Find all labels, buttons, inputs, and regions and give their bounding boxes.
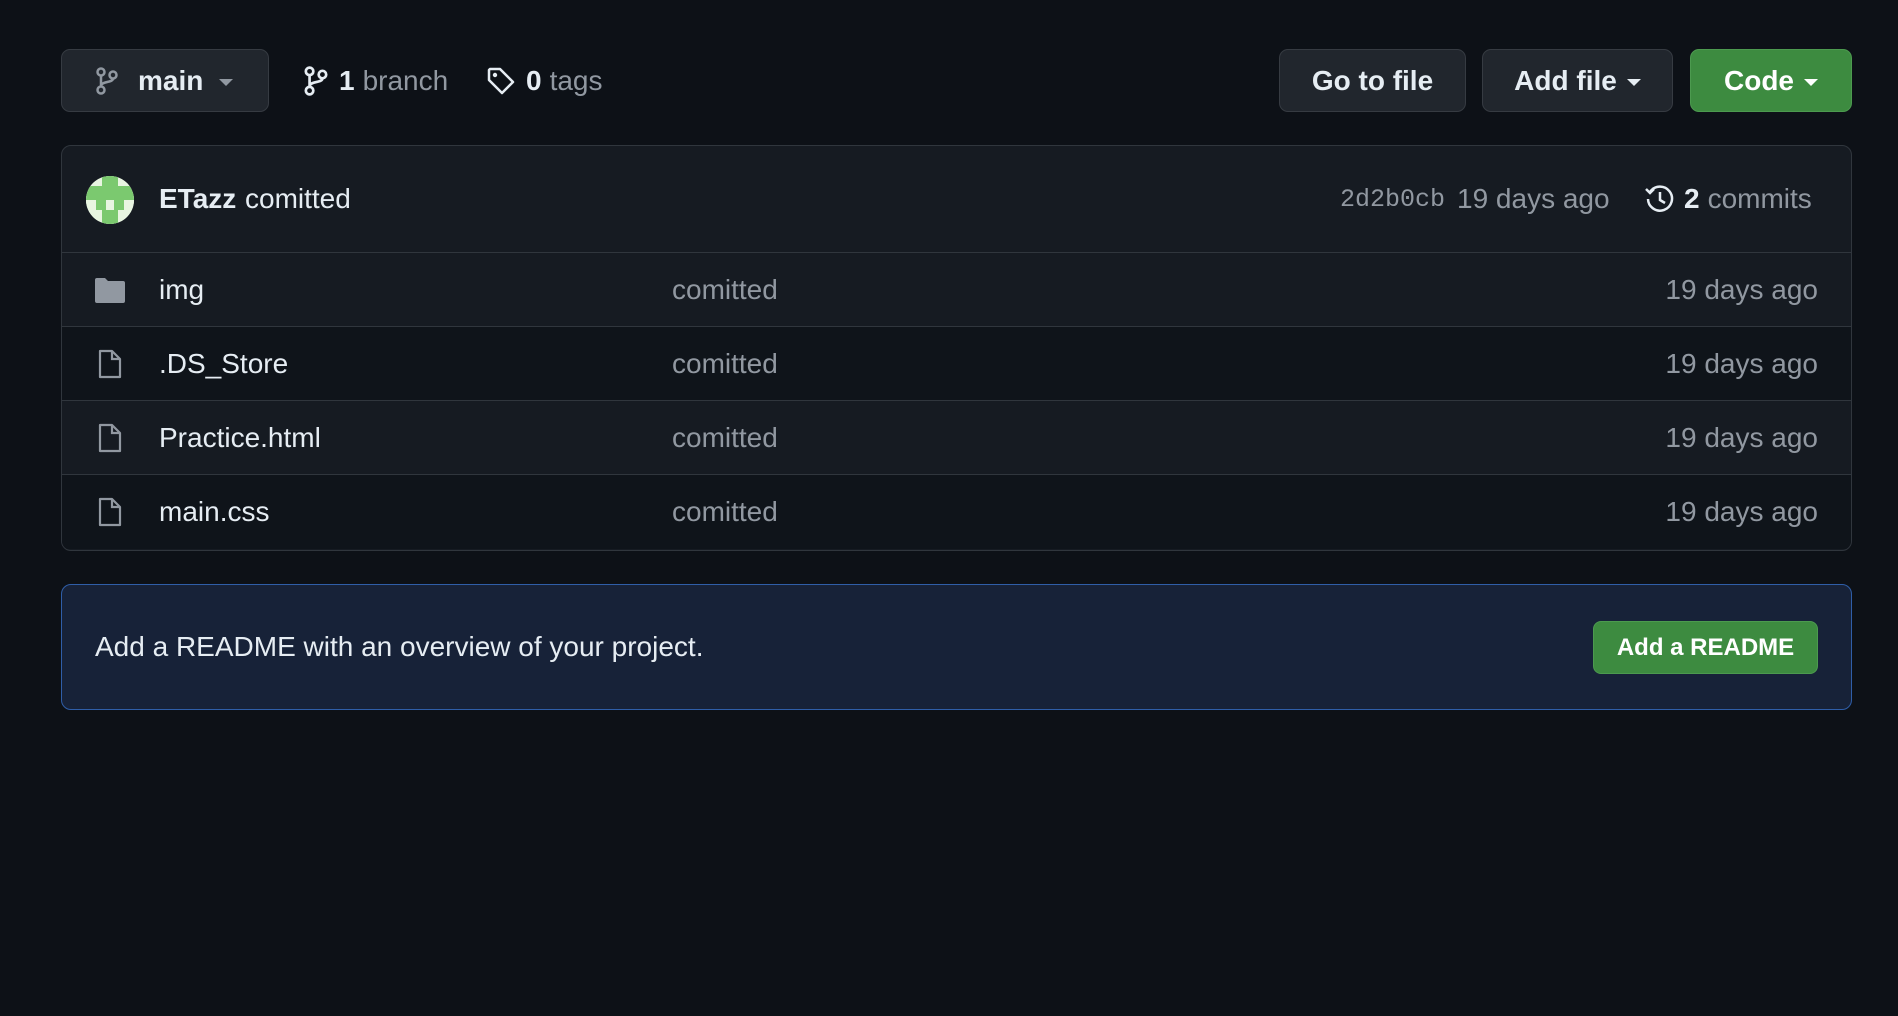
chevron-down-icon [219,78,234,86]
file-row[interactable]: main.css comitted 19 days ago [62,475,1851,549]
branch-count: 1 [339,64,355,96]
readme-banner: Add a README with an overview of your pr… [61,584,1852,710]
tags-link[interactable]: 0 tags [486,49,603,112]
file-time: 19 days ago [1665,496,1818,527]
tag-icon [487,67,515,94]
file-row[interactable]: .DS_Store comitted 19 days ago [62,327,1851,401]
branch-label: branch [362,64,449,96]
file-icon [94,349,126,379]
tag-count: 0 [526,64,542,96]
file-name[interactable]: main.css [159,496,269,528]
commit-count: 2 [1684,183,1700,214]
file-listing: ETazz comitted 2d2b0cb 19 days ago 2 com… [61,145,1852,551]
add-readme-label: Add a README [1616,633,1795,661]
file-commit-message[interactable]: comitted [672,274,778,306]
file-name[interactable]: img [159,274,204,306]
identicon-icon [86,176,134,224]
commit-time: 19 days ago [1457,183,1610,214]
branches-link[interactable]: 1 branch [303,49,448,112]
file-time: 19 days ago [1665,273,1818,305]
file-icon [94,497,126,527]
branch-selector-label: main [138,64,204,96]
file-commit-message[interactable]: comitted [672,348,778,380]
go-to-file-label: Go to file [1311,64,1434,96]
tag-label: tags [549,64,603,96]
file-row[interactable]: img comitted 19 days ago [62,253,1851,327]
add-file-label: Add file [1514,64,1617,96]
chevron-down-icon [1626,78,1641,86]
file-commit-message[interactable]: comitted [672,422,778,454]
chevron-down-icon [1804,78,1818,86]
add-file-button[interactable]: Add file [1482,49,1673,112]
commit-message[interactable]: comitted [245,183,351,215]
code-label: Code [1724,64,1794,96]
file-name[interactable]: Practice.html [159,422,321,454]
file-time: 19 days ago [1665,421,1818,453]
file-row[interactable]: Practice.html comitted 19 days ago [62,401,1851,475]
readme-prompt: Add a README with an overview of your pr… [95,631,704,662]
go-to-file-button[interactable]: Go to file [1279,49,1466,112]
commits-label: commits [1707,183,1812,214]
code-button[interactable]: Code [1690,49,1852,112]
add-readme-button[interactable]: Add a README [1593,621,1818,674]
git-branch-icon [96,66,118,95]
file-name[interactable]: .DS_Store [159,348,288,380]
branch-selector-button[interactable]: main [61,49,269,112]
repo-toolbar: main 1 branch 0 tags Go to file Add file… [61,49,1852,112]
file-time: 19 days ago [1665,347,1818,379]
latest-commit-header: ETazz comitted 2d2b0cb 19 days ago 2 com… [62,146,1851,253]
file-commit-message[interactable]: comitted [672,496,778,528]
commit-sha[interactable]: 2d2b0cb [1340,185,1445,214]
avatar[interactable] [86,176,134,224]
file-icon [94,423,126,453]
folder-icon [94,275,126,305]
commits-history-link[interactable]: 2 commits [1644,183,1812,215]
git-branch-icon [304,65,328,96]
history-icon [1645,185,1674,212]
commit-author[interactable]: ETazz [159,183,236,215]
